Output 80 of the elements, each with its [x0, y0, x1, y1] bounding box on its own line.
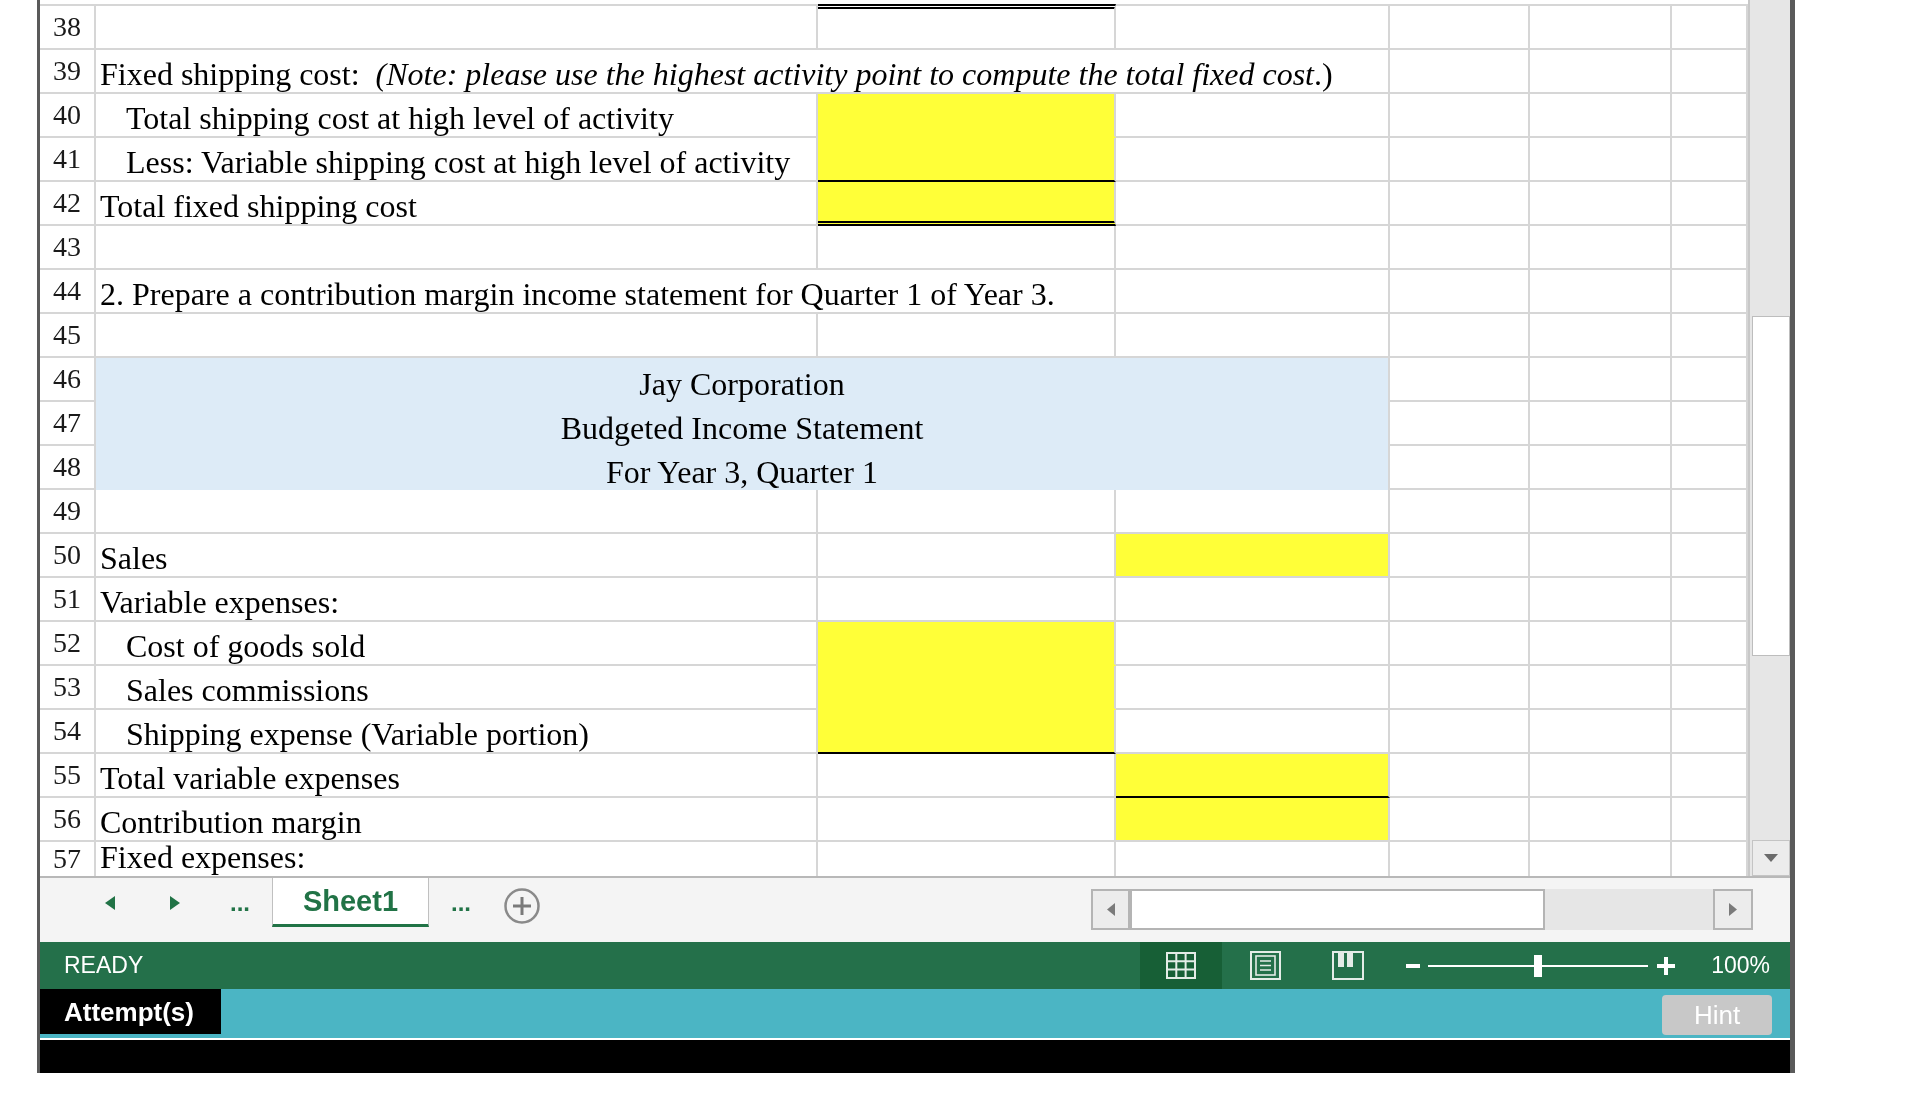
row-header: 54	[40, 710, 96, 754]
caret-right-icon	[1729, 903, 1737, 916]
row-header: 51	[40, 578, 96, 622]
row-label: Sales commissions	[126, 672, 369, 708]
scroll-thumb[interactable]	[1752, 316, 1790, 656]
row-header: 39	[40, 50, 96, 94]
answer-cell[interactable]	[818, 710, 1116, 754]
scroll-left-button[interactable]	[1091, 889, 1130, 930]
spreadsheet-cell[interactable]: Variable expenses:	[96, 578, 818, 622]
caret-left-icon	[105, 896, 115, 910]
vertical-scrollbar[interactable]	[1748, 0, 1790, 876]
spreadsheet-cell[interactable]: Sales	[96, 534, 818, 578]
row-label: Sales	[100, 540, 168, 576]
row-label: Total shipping cost at high level of activity	[126, 100, 674, 136]
page-break-icon	[1332, 951, 1365, 980]
minus-icon	[1406, 963, 1421, 968]
spreadsheet-cell[interactable]: Shipping expense (Variable portion)	[96, 710, 818, 754]
scroll-right-button[interactable]	[1713, 889, 1753, 930]
spreadsheet-cell[interactable]: Total variable expenses	[96, 754, 818, 798]
row-header: 44	[40, 270, 96, 314]
row-header: 43	[40, 226, 96, 270]
row-label: Total fixed shipping cost	[100, 188, 417, 224]
row-header: 42	[40, 182, 96, 226]
status-text: READY	[63, 954, 144, 977]
row-label: 2. Prepare a contribution margin income statement for Quarter 1 of Year 3.	[100, 276, 1055, 312]
spreadsheet-cell[interactable]: Cost of goods sold	[96, 622, 818, 666]
row-label: Total variable expenses	[100, 760, 400, 796]
statement-title: For Year 3, Quarter 1	[606, 454, 878, 490]
row-label: Fixed shipping cost: (Note: please use the highest activity point to compute the total fixed cost.)	[100, 56, 1333, 92]
answer-cell[interactable]	[818, 138, 1116, 182]
row-label: Shipping expense (Variable portion)	[126, 716, 589, 752]
row-header: 49	[40, 490, 96, 534]
row-label: Cost of goods sold	[126, 628, 366, 664]
row-header: 50	[40, 534, 96, 578]
row-header: 45	[40, 314, 96, 358]
row-header: 55	[40, 754, 96, 798]
slider-thumb[interactable]	[1534, 954, 1543, 977]
grid-icon	[1166, 952, 1197, 979]
row-header: 40	[40, 94, 96, 138]
row-header: 53	[40, 666, 96, 710]
answer-cell[interactable]	[1116, 534, 1390, 578]
spreadsheet-cell[interactable]: 2. Prepare a contribution margin income statement for Quarter 1 of Year 3.	[96, 270, 1116, 314]
more-sheets-button[interactable]: ...	[222, 878, 258, 928]
answer-cell[interactable]	[818, 622, 1116, 666]
caret-right-icon	[170, 896, 180, 910]
scroll-down-button[interactable]	[1752, 840, 1790, 876]
view-button[interactable]	[1140, 942, 1223, 989]
spreadsheet-cell[interactable]: Sales commissions	[96, 666, 818, 710]
horizontal-scrollbar[interactable]	[1091, 889, 1753, 930]
more-sheets-button[interactable]: ...	[443, 878, 479, 928]
answer-cell[interactable]	[1116, 754, 1390, 798]
answer-cell[interactable]	[818, 94, 1116, 138]
spreadsheet-cell[interactable]: Contribution margin	[96, 798, 818, 842]
zoom-slider[interactable]	[1428, 953, 1649, 978]
attempts-label: Attempt(s)	[40, 989, 221, 1034]
row-label: Variable expenses:	[100, 584, 339, 620]
spreadsheet-cell[interactable]: Total shipping cost at high level of activity	[96, 94, 818, 138]
caret-down-icon	[1764, 854, 1778, 862]
statement-title: Jay Corporation	[639, 366, 845, 402]
page-icon	[1249, 951, 1281, 980]
spreadsheet-cell[interactable]: Total fixed shipping cost	[96, 182, 818, 226]
caret-left-icon	[1106, 903, 1115, 916]
plus-icon	[1657, 956, 1676, 975]
spreadsheet-cell[interactable]: Less: Variable shipping cost at high level of activity	[96, 138, 818, 182]
statement-title: Budgeted Income Statement	[560, 410, 924, 446]
row-header: 52	[40, 622, 96, 666]
scroll-thumb[interactable]	[1130, 889, 1545, 930]
add-sheet-button[interactable]	[504, 888, 540, 924]
row-label: Less: Variable shipping cost at high level of activity	[126, 144, 791, 180]
row-header: 56	[40, 798, 96, 842]
sheet-tab[interactable]: Sheet1	[272, 878, 429, 927]
row-label: Fixed expenses:	[100, 842, 306, 873]
plus-circle-icon	[504, 888, 540, 924]
spreadsheet-cell[interactable]	[818, 4, 1116, 50]
row-header: 38	[40, 4, 96, 50]
answer-cell[interactable]	[818, 182, 1116, 226]
row-label: Contribution margin	[100, 804, 362, 840]
answer-cell[interactable]	[1116, 798, 1390, 842]
row-header: 41	[40, 138, 96, 182]
zoom-level-text: 100%	[1711, 954, 1770, 977]
